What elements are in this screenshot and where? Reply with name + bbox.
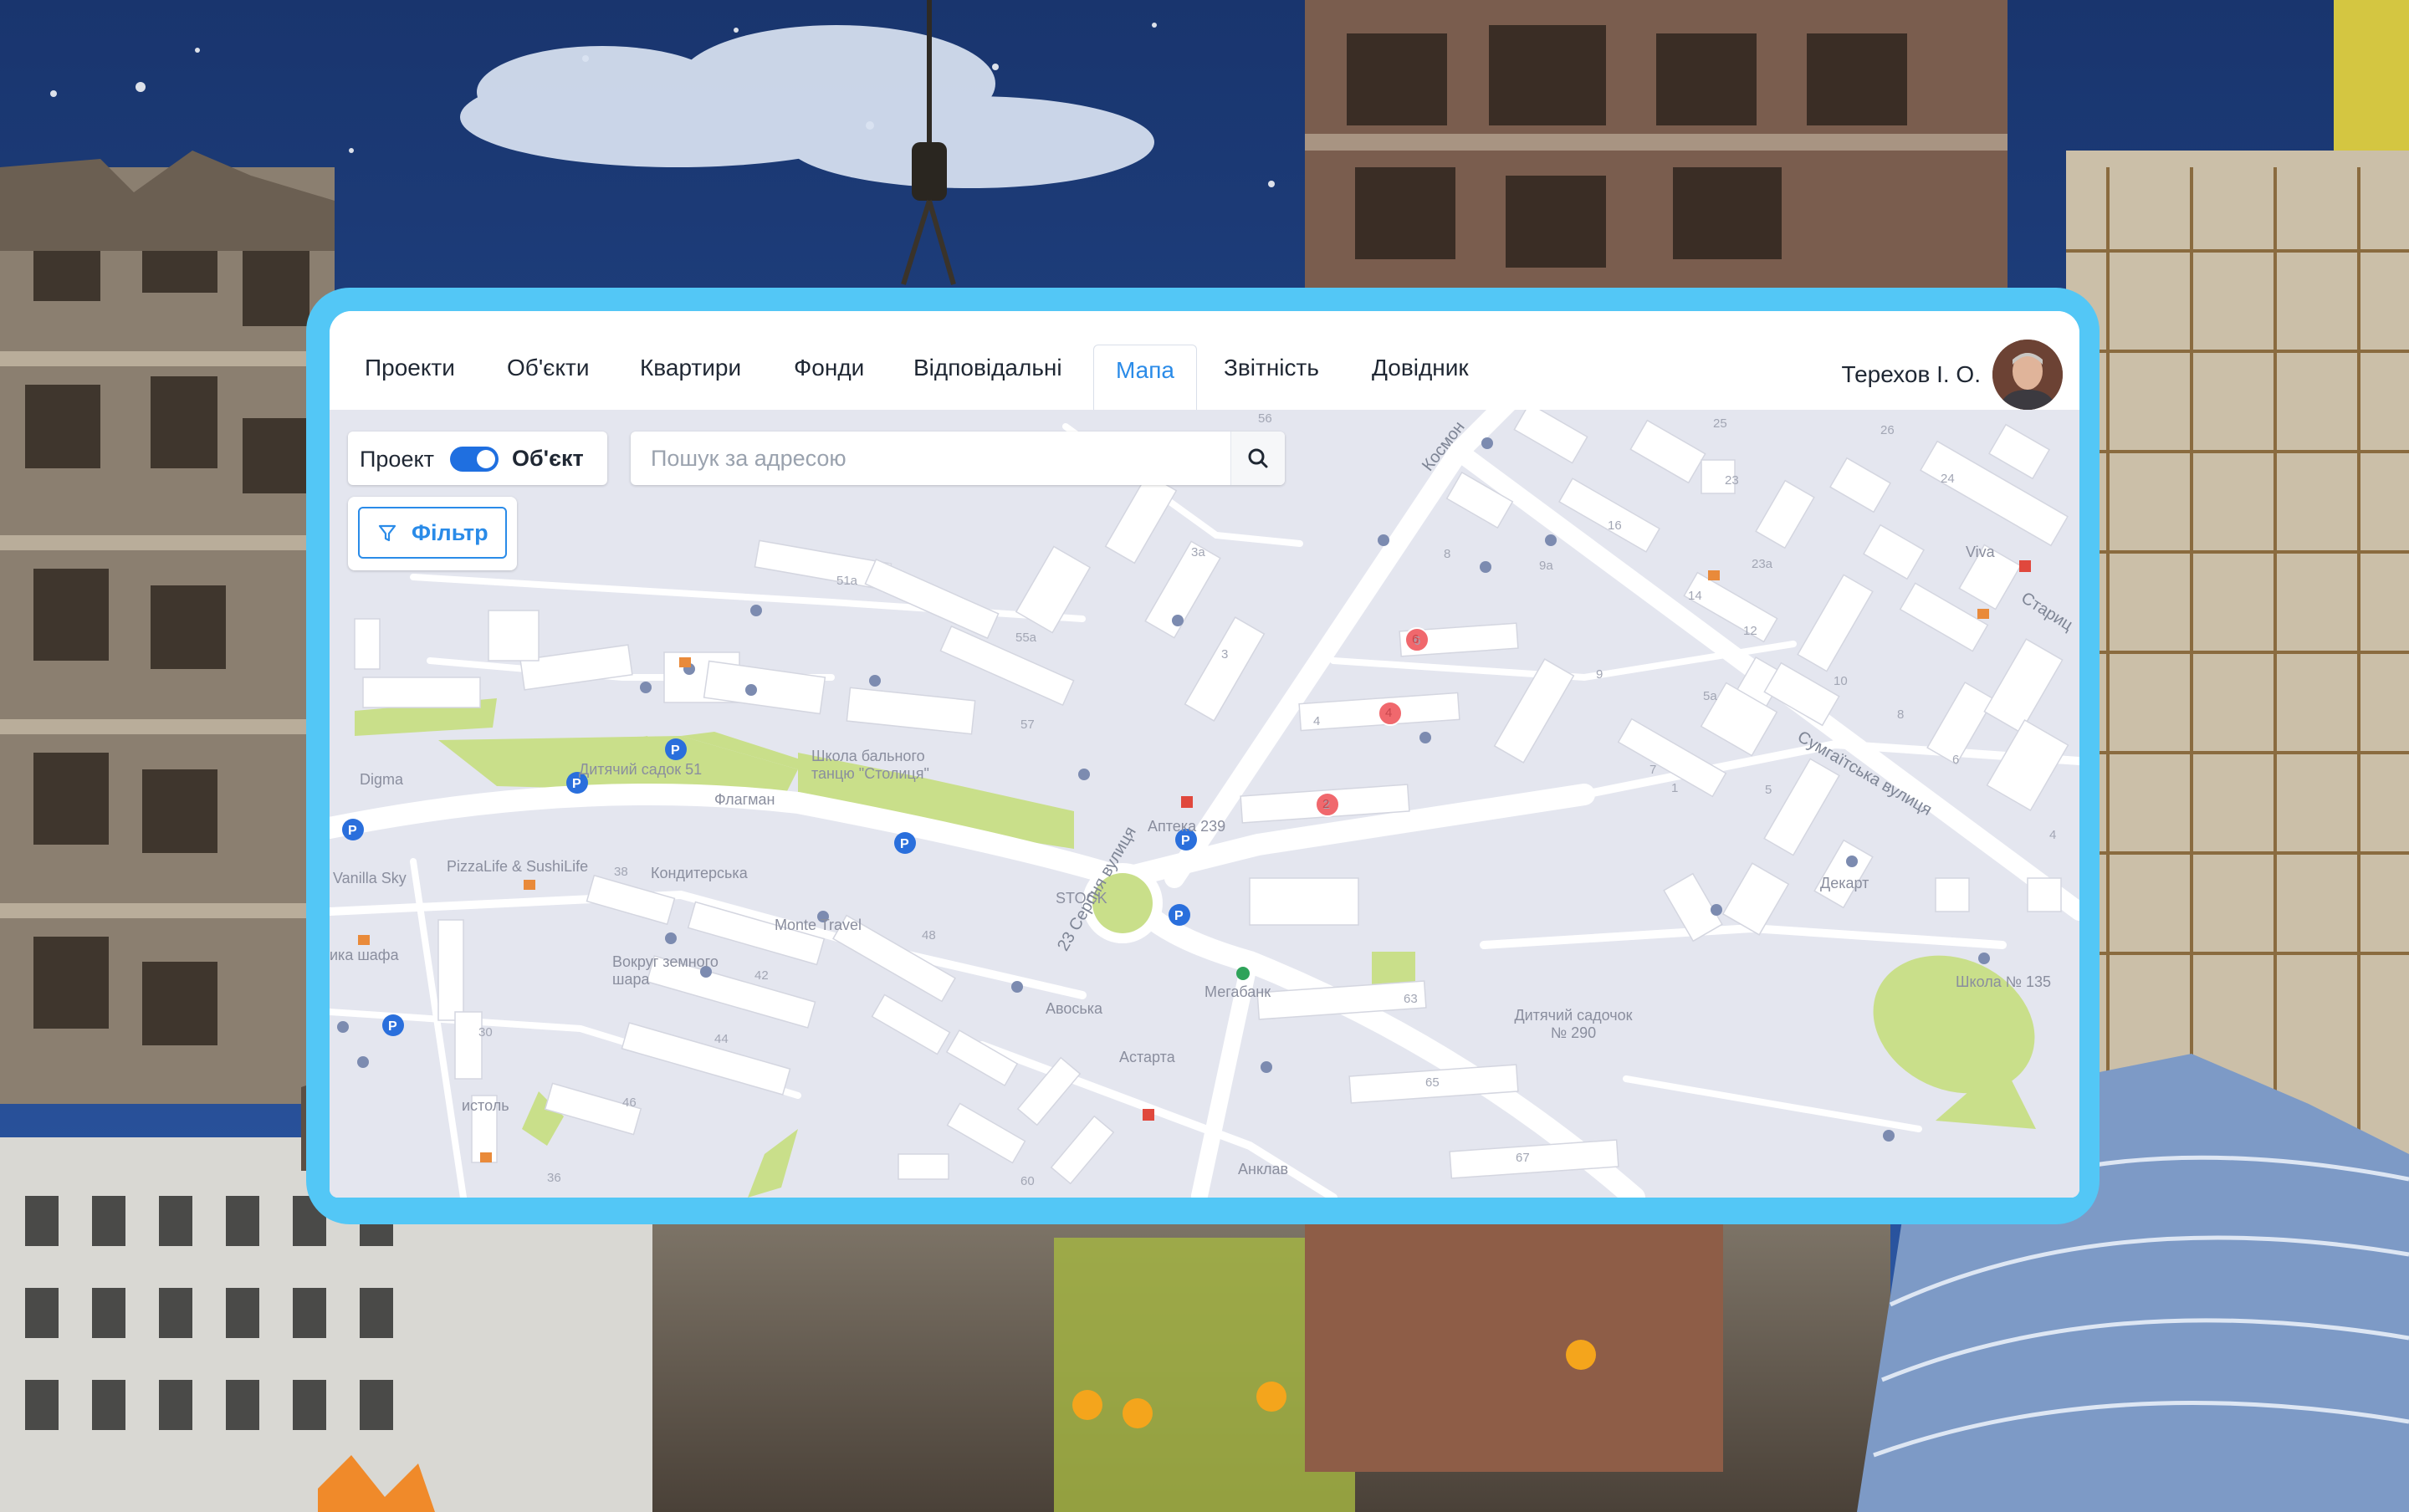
nav-item-projects[interactable]: Проекти — [365, 346, 455, 410]
map-label: Авоська — [1046, 1000, 1103, 1017]
map-label: Digma — [360, 771, 404, 788]
house-number: 1 — [1671, 781, 1679, 795]
map-label: Аптека 239 — [1148, 818, 1226, 835]
svg-text:P: P — [671, 743, 680, 758]
search-input[interactable] — [631, 432, 1216, 485]
house-number: 30 — [478, 1025, 493, 1040]
map-label: Астарта — [1119, 1049, 1175, 1065]
house-number: 14 — [1688, 589, 1702, 603]
house-number: 6 — [1952, 753, 1960, 767]
map-label: Флагман — [714, 791, 775, 808]
house-number: 67 — [1516, 1151, 1530, 1165]
map-label: Вокруг земного шара — [612, 953, 719, 988]
house-number: 26 — [1880, 423, 1895, 437]
filter-label: Фільтр — [412, 520, 488, 545]
filter-button[interactable]: Фільтр — [358, 507, 507, 559]
house-number: 38 — [614, 865, 628, 879]
house-number: 8 — [1897, 707, 1905, 722]
house-number: 57 — [1020, 718, 1035, 732]
mode-toggle-panel: Проект Об'єкт — [348, 432, 607, 485]
house-number: 5а — [1703, 689, 1717, 703]
svg-text:P: P — [1181, 834, 1190, 848]
map-label: Анклав — [1238, 1161, 1289, 1177]
nav-item-funds[interactable]: Фонди — [794, 346, 864, 410]
user-name[interactable]: Терехов І. О. — [1842, 361, 1981, 388]
mode-toggle-switch[interactable] — [450, 447, 499, 472]
marker-label: 2 — [1322, 797, 1330, 811]
map-canvas[interactable]: P P P P P P P — [330, 410, 2079, 1198]
map-label: Школа бального танцю "Столиця" — [811, 748, 929, 782]
svg-text:P: P — [1174, 909, 1184, 923]
address-search — [631, 432, 1285, 485]
map-label: истоль — [462, 1097, 509, 1114]
nav-item-responsible[interactable]: Відповідальні — [913, 346, 1062, 410]
search-icon — [1248, 448, 1268, 468]
toggle-object-label[interactable]: Об'єкт — [512, 446, 584, 472]
app-window: Проекти Об'єкти Квартири Фонди Відповіда… — [330, 311, 2079, 1198]
search-button[interactable] — [1230, 432, 1285, 485]
house-number: 44 — [714, 1032, 729, 1046]
house-number: 48 — [922, 928, 936, 942]
map-label: Декарт — [1820, 875, 1869, 891]
house-number: 36 — [547, 1171, 561, 1185]
house-number: 3а — [1191, 545, 1205, 559]
nav-item-map[interactable]: Мапа — [1093, 345, 1197, 412]
nav-item-apartments[interactable]: Квартири — [640, 346, 741, 410]
house-number: 63 — [1404, 992, 1418, 1006]
house-number: 46 — [622, 1096, 637, 1110]
house-number: 65 — [1425, 1075, 1440, 1090]
house-number: 42 — [754, 968, 769, 983]
map-label: ика шафа — [330, 947, 399, 963]
map-label: Monte Travel — [775, 917, 862, 933]
filter-panel: Фільтр — [348, 497, 517, 570]
map-label: Vanilla Sky — [333, 870, 407, 886]
house-number: 7 — [1649, 763, 1657, 777]
house-number: 56 — [1258, 411, 1272, 426]
map-label: Viva — [1966, 544, 1995, 560]
map-label: Кондитерська — [651, 865, 748, 881]
map-label: PizzaLife & SushiLife — [447, 858, 589, 875]
toggle-knob — [477, 450, 495, 468]
house-number: 8 — [1444, 547, 1451, 561]
house-number: 55а — [1015, 631, 1037, 645]
house-number: 24 — [1941, 472, 1955, 486]
map-label: Дитячий садочок № 290 — [1514, 1007, 1633, 1041]
top-nav: Проекти Об'єкти Квартири Фонди Відповіда… — [330, 311, 2079, 412]
house-number: 25 — [1713, 416, 1727, 431]
house-number: 23 — [1725, 473, 1739, 488]
svg-text:P: P — [572, 777, 581, 791]
house-number: 5 — [1765, 783, 1772, 797]
house-number: 10 — [1834, 674, 1848, 688]
nav-item-objects[interactable]: Об'єкти — [507, 346, 589, 410]
svg-text:P: P — [900, 837, 909, 851]
house-number: 12 — [1743, 624, 1757, 638]
house-number: 9а — [1539, 559, 1553, 573]
house-number: 60 — [1020, 1174, 1035, 1188]
house-number: 4 — [2049, 828, 2057, 842]
avatar-photo — [1992, 340, 2063, 410]
map-label: Дитячий садок 51 — [579, 761, 703, 778]
house-number: 4 — [1313, 714, 1321, 728]
filter-icon — [378, 524, 396, 542]
svg-text:P: P — [388, 1019, 397, 1034]
marker-label: 6 — [1412, 632, 1419, 646]
nav-item-reference[interactable]: Довідник — [1372, 346, 1469, 410]
house-number: 3 — [1221, 647, 1229, 662]
map-view[interactable]: P P P P P P P Дитячий садок 51 Флагман Ш… — [330, 410, 2079, 1198]
house-number: 9 — [1596, 667, 1603, 682]
house-number: 16 — [1608, 518, 1622, 533]
house-number: 23а — [1752, 557, 1773, 571]
marker-label: 4 — [1385, 706, 1393, 720]
avatar[interactable] — [1992, 340, 2063, 410]
house-number: 51а — [836, 574, 858, 588]
svg-text:P: P — [348, 824, 357, 838]
map-label: Мегабанк — [1204, 983, 1271, 1000]
nav-item-reports[interactable]: Звітність — [1224, 346, 1319, 410]
map-label: Школа № 135 — [1956, 973, 2052, 990]
toggle-project-label[interactable]: Проект — [360, 447, 434, 472]
